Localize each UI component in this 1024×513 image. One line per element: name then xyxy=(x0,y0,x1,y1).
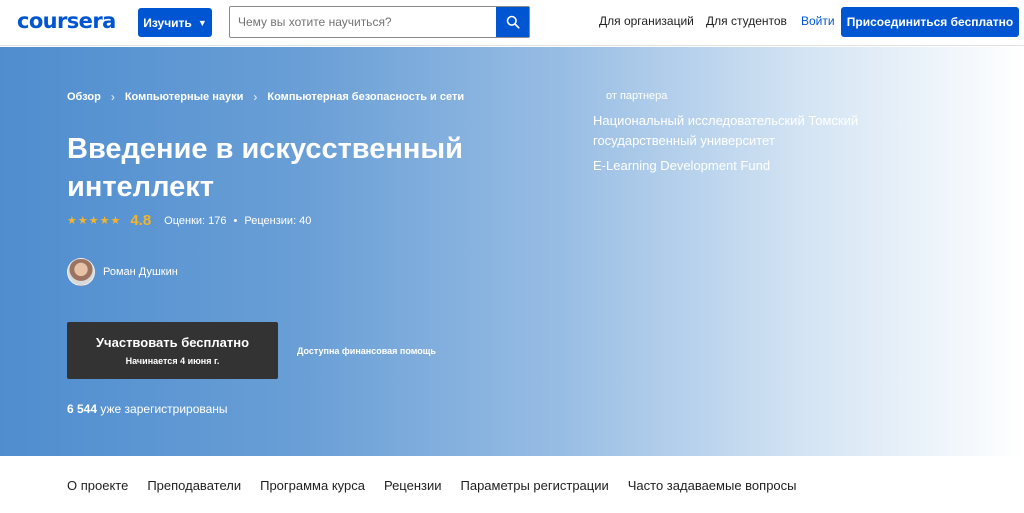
tab-about[interactable]: О проекте xyxy=(67,478,128,493)
ratings-count[interactable]: Оценки: 176 xyxy=(164,215,226,227)
star-rating-icon: ★★★★★ xyxy=(67,215,122,227)
enrolled-number: 6 544 xyxy=(67,402,98,416)
course-title: Введение в искусственный интеллект xyxy=(67,133,464,203)
tab-faq[interactable]: Часто задаваемые вопросы xyxy=(628,478,797,493)
search-bar xyxy=(229,6,530,38)
coursera-logo[interactable]: coursera xyxy=(17,9,116,33)
explore-button[interactable]: Изучить ▼ xyxy=(138,8,212,37)
tab-syllabus[interactable]: Программа курса xyxy=(260,478,365,493)
breadcrumb-item-security-networks[interactable]: Компьютерная безопасность и сети xyxy=(267,91,464,103)
chevron-right-icon: › xyxy=(110,90,115,104)
avatar xyxy=(67,258,95,286)
search-icon xyxy=(506,15,520,29)
for-organizations-link[interactable]: Для организаций xyxy=(599,14,694,28)
top-header: coursera Изучить ▼ Для организаций Для с… xyxy=(0,0,1024,46)
chevron-right-icon: › xyxy=(253,90,258,104)
instructor-name: Роман Душкин xyxy=(103,266,178,278)
breadcrumb-item-computer-science[interactable]: Компьютерные науки xyxy=(125,91,244,103)
search-button[interactable] xyxy=(496,7,529,37)
separator-dot: • xyxy=(233,214,238,227)
login-link[interactable]: Войти xyxy=(801,14,835,28)
breadcrumb-item-overview[interactable]: Обзор xyxy=(67,91,101,103)
rating-row: ★★★★★ 4.8 Оценки: 176 • Рецензии: 40 xyxy=(67,212,311,229)
chevron-down-icon: ▼ xyxy=(197,18,207,28)
for-students-link[interactable]: Для студентов xyxy=(706,14,787,28)
enroll-button-label: Участвовать бесплатно xyxy=(95,335,250,350)
tab-instructors[interactable]: Преподаватели xyxy=(147,478,241,493)
reviews-count[interactable]: Рецензии: 40 xyxy=(244,215,311,227)
enroll-start-date: Начинается 4 июня г. xyxy=(125,356,220,366)
instructor[interactable]: Роман Душкин xyxy=(67,258,178,286)
partner-tomsk-university[interactable]: Национальный исследовательский Томский г… xyxy=(593,111,893,151)
enrolled-count: 6 544 уже зарегистрированы xyxy=(67,402,228,416)
enroll-free-button[interactable]: Участвовать бесплатно Начинается 4 июня … xyxy=(67,322,278,379)
enrolled-text: уже зарегистрированы xyxy=(100,402,228,416)
course-hero-banner: Обзор › Компьютерные науки › Компьютерна… xyxy=(0,47,1024,456)
search-input[interactable] xyxy=(230,7,496,37)
breadcrumb: Обзор › Компьютерные науки › Компьютерна… xyxy=(67,90,464,104)
explore-button-label: Изучить xyxy=(143,15,192,30)
partner-label: от партнера xyxy=(606,90,668,102)
tab-reviews[interactable]: Рецензии xyxy=(384,478,442,493)
join-free-button[interactable]: Присоединиться бесплатно xyxy=(841,7,1019,37)
tab-enrollment-options[interactable]: Параметры регистрации xyxy=(461,478,609,493)
partner-elearning-fund[interactable]: E-Learning Development Fund xyxy=(593,156,893,176)
course-section-tabs: О проекте Преподаватели Программа курса … xyxy=(67,478,797,493)
financial-aid-link[interactable]: Доступна финансовая помощь xyxy=(297,346,436,356)
rating-value: 4.8 xyxy=(130,212,152,229)
